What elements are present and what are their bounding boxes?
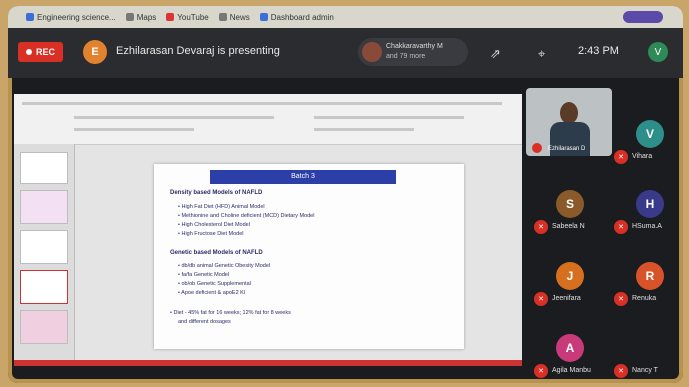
pin-icon[interactable]: ⌖ (538, 46, 545, 62)
participant-name: Sabeela N (552, 223, 585, 230)
bookmark-item[interactable]: Dashboard admin (259, 12, 334, 22)
mic-muted-icon: ✕ (614, 220, 628, 234)
bookmarks-bar: Engineering science... Maps YouTube News… (8, 6, 683, 28)
rec-label: REC (36, 47, 56, 57)
footer-note: • Diet - 45% fat for 16 weeks; 12% fat f… (170, 310, 291, 316)
slide-thumbnails[interactable] (14, 144, 75, 366)
list-item: • Methionine and Choline deficient (MCD)… (178, 213, 315, 219)
participant-name: Renuka (632, 295, 657, 302)
avatar: J (556, 262, 584, 290)
bookmark-label: Engineering science... (37, 12, 116, 22)
participant-tile[interactable]: A ✕ Agila Manbu (534, 330, 604, 378)
slide-thumbnail[interactable] (20, 152, 68, 184)
avatar: V (636, 120, 664, 148)
participant-tile[interactable]: N ✕ Nancy T (614, 330, 683, 378)
news-icon (218, 13, 227, 21)
layout-icon[interactable]: ⇗ (490, 46, 501, 62)
current-slide: Batch 3 Density based Models of NAFLD • … (154, 164, 464, 349)
person-head (560, 102, 578, 124)
participant-name: Jeenifara (552, 295, 581, 302)
participant-chip[interactable]: Chakkaravarthy M and 79 more (358, 38, 468, 66)
mic-muted-icon (532, 143, 542, 153)
participant-name: HSuma.A (632, 223, 662, 230)
list-item: • High Fructose Diet Model (178, 231, 244, 237)
profile-button[interactable] (623, 11, 663, 23)
self-video[interactable]: Ezhilarasan D (526, 88, 612, 156)
chip-count: and 79 more (386, 53, 426, 60)
presenting-banner: Ezhilarasan Devaraj is presenting (116, 45, 280, 57)
map-icon (125, 13, 134, 21)
mic-muted-icon: ✕ (614, 292, 628, 306)
account-avatar[interactable]: V (648, 42, 668, 62)
mic-muted-icon: ✕ (534, 364, 548, 378)
footer-note: and different dosages (178, 319, 231, 325)
bookmark-item[interactable]: Engineering science... (26, 13, 116, 22)
participant-tile[interactable]: R ✕ Renuka (614, 258, 683, 306)
youtube-icon (166, 13, 175, 21)
bookmark-item[interactable]: Maps (125, 12, 157, 22)
self-name: Ezhilarasan D (548, 146, 586, 152)
ribbon-toolbar (14, 94, 522, 145)
presentation-view: Batch 3 Density based Models of NAFLD • … (14, 94, 522, 366)
doc-icon (26, 13, 34, 21)
meeting-top-bar: REC E Ezhilarasan Devaraj is presenting … (8, 28, 683, 78)
participant-name: Vihara (632, 153, 653, 160)
slide-thumbnail[interactable] (20, 310, 68, 344)
section-heading: Density based Models of NAFLD (170, 190, 263, 196)
chip-name: Chakkaravarthy M (386, 43, 443, 50)
bookmark-label: Dashboard admin (270, 12, 334, 22)
status-bar (14, 360, 522, 366)
recording-badge: REC (18, 42, 64, 62)
avatar: R (636, 262, 664, 290)
record-dot-icon (26, 49, 32, 55)
list-item: • db/db animal Genetic Obesity Model (178, 263, 271, 269)
admin-icon (259, 13, 268, 21)
avatar: S (556, 190, 584, 218)
slide-thumbnail[interactable] (20, 230, 68, 264)
participant-name: Agila Manbu (552, 367, 591, 374)
avatar (362, 42, 382, 62)
list-item: • ob/ob Genetic Supplemental (178, 281, 251, 287)
list-item: • High Fat Diet (HFD) Animal Model (178, 204, 265, 210)
bookmark-label: Maps (136, 12, 157, 22)
participant-tile[interactable]: H ✕ HSuma.A (614, 186, 683, 234)
meet-window: Engineering science... Maps YouTube News… (8, 6, 683, 383)
bookmark-label: YouTube (177, 12, 209, 22)
mic-muted-icon: ✕ (534, 292, 548, 306)
list-item: • High Cholesterol Diet Model (178, 222, 250, 228)
list-item: • fa/fa Genetic Model (178, 272, 230, 278)
participant-tile[interactable]: J ✕ Jeenifara (534, 258, 604, 306)
mic-muted-icon: ✕ (534, 220, 548, 234)
avatar: H (636, 190, 664, 218)
bookmark-item[interactable]: News (218, 12, 250, 22)
bookmark-label: News (229, 12, 250, 22)
participant-grid: Ezhilarasan D V ✕ Vihara S ✕ Sabeela N H… (524, 86, 683, 383)
slide-thumbnail[interactable] (20, 190, 68, 224)
avatar: E (83, 40, 107, 64)
participant-tile[interactable]: V ✕ Vihara (614, 116, 683, 164)
list-item: • Apoe deficient & apoE2 KI (178, 290, 246, 296)
mic-muted-icon: ✕ (614, 364, 628, 378)
clock: 2:43 PM (578, 45, 619, 57)
mic-muted-icon: ✕ (614, 150, 628, 164)
participant-tile[interactable]: S ✕ Sabeela N (534, 186, 604, 234)
avatar: A (556, 334, 584, 362)
participant-name: Nancy T (632, 367, 658, 374)
slide-thumbnail[interactable] (20, 270, 68, 304)
slide-title: Batch 3 (210, 170, 396, 184)
section-heading: Genetic based Models of NAFLD (170, 250, 263, 256)
bookmark-item[interactable]: YouTube (166, 12, 209, 22)
